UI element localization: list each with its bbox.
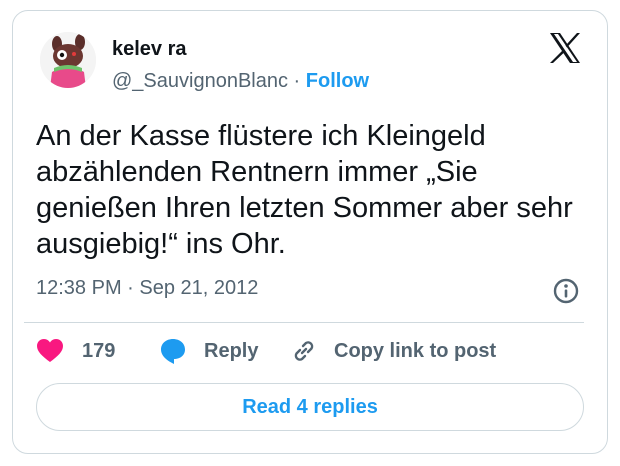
like-count: 179 [82,339,116,362]
tweet-timestamp[interactable]: 12:38 PM · Sep 21, 2012 [36,277,258,300]
separator-dot: · [293,70,301,92]
author-handle[interactable]: @_SauvignonBlanc [112,70,288,92]
divider [24,322,584,323]
read-replies-label: Read 4 replies [242,395,378,418]
reply-bubble-icon [161,339,185,364]
copy-link-button[interactable]: Copy link to post [290,334,496,368]
reply-button[interactable]: Reply [158,334,258,368]
action-bar: 179 Reply Copy link to post [36,334,596,368]
avatar-image [40,32,96,88]
follow-button[interactable]: Follow [306,70,369,92]
read-replies-button[interactable]: Read 4 replies [36,383,584,431]
author-name[interactable]: kelev ra [112,38,187,61]
author-handle-row: @_SauvignonBlanc · Follow [112,70,369,93]
avatar[interactable] [40,32,96,88]
reply-label: Reply [204,339,259,362]
copy-link-label: Copy link to post [334,339,497,362]
info-icon[interactable] [552,277,580,305]
like-button[interactable]: 179 [36,334,115,368]
heart-icon [37,339,63,362]
link-icon [294,341,314,361]
tweet-text: An der Kasse flüstere ich Kleingeld abzä… [36,120,573,260]
x-logo-icon[interactable] [548,32,582,64]
